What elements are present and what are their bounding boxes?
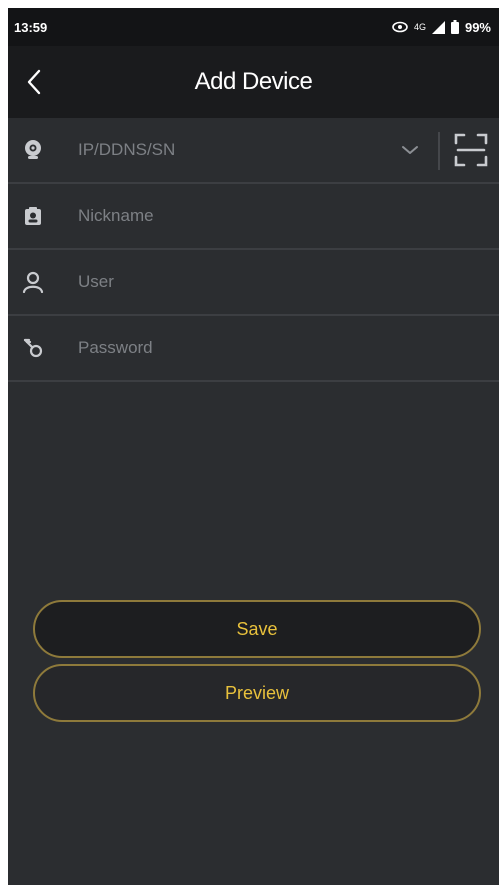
key-icon xyxy=(22,337,44,359)
scan-icon xyxy=(454,133,488,167)
network-type: 4G xyxy=(413,22,426,32)
password-row xyxy=(8,316,499,382)
user-input[interactable] xyxy=(78,267,378,297)
preview-button[interactable]: Preview xyxy=(33,664,481,722)
battery-level: 99% xyxy=(464,19,491,35)
signal-icon xyxy=(431,20,445,34)
vertical-divider xyxy=(438,132,440,170)
chevron-down-icon xyxy=(402,146,418,154)
eye-icon xyxy=(392,21,408,33)
save-button[interactable]: Save xyxy=(33,600,481,658)
status-icons: 4G 99% xyxy=(392,20,491,35)
qr-scan-button[interactable] xyxy=(451,130,491,170)
nickname-row xyxy=(8,184,499,250)
address-dropdown-button[interactable] xyxy=(396,136,424,164)
address-row xyxy=(8,118,499,184)
camera-icon xyxy=(22,139,44,161)
status-bar: 13:59 4G 99% xyxy=(8,8,499,46)
user-icon xyxy=(22,271,44,293)
add-device-form xyxy=(8,118,499,382)
password-input[interactable] xyxy=(78,333,378,363)
user-row xyxy=(8,250,499,316)
app-header: Add Device xyxy=(8,46,499,118)
nickname-input[interactable] xyxy=(78,201,378,231)
battery-icon xyxy=(450,20,459,34)
address-input[interactable] xyxy=(78,135,378,165)
phone-screen: 13:59 4G 99% Add Device IP/DDNS/SN Nickn… xyxy=(8,8,499,885)
nickname-icon xyxy=(22,205,44,227)
status-time: 13:59 xyxy=(14,19,48,35)
page-title: Add Device xyxy=(194,68,313,95)
